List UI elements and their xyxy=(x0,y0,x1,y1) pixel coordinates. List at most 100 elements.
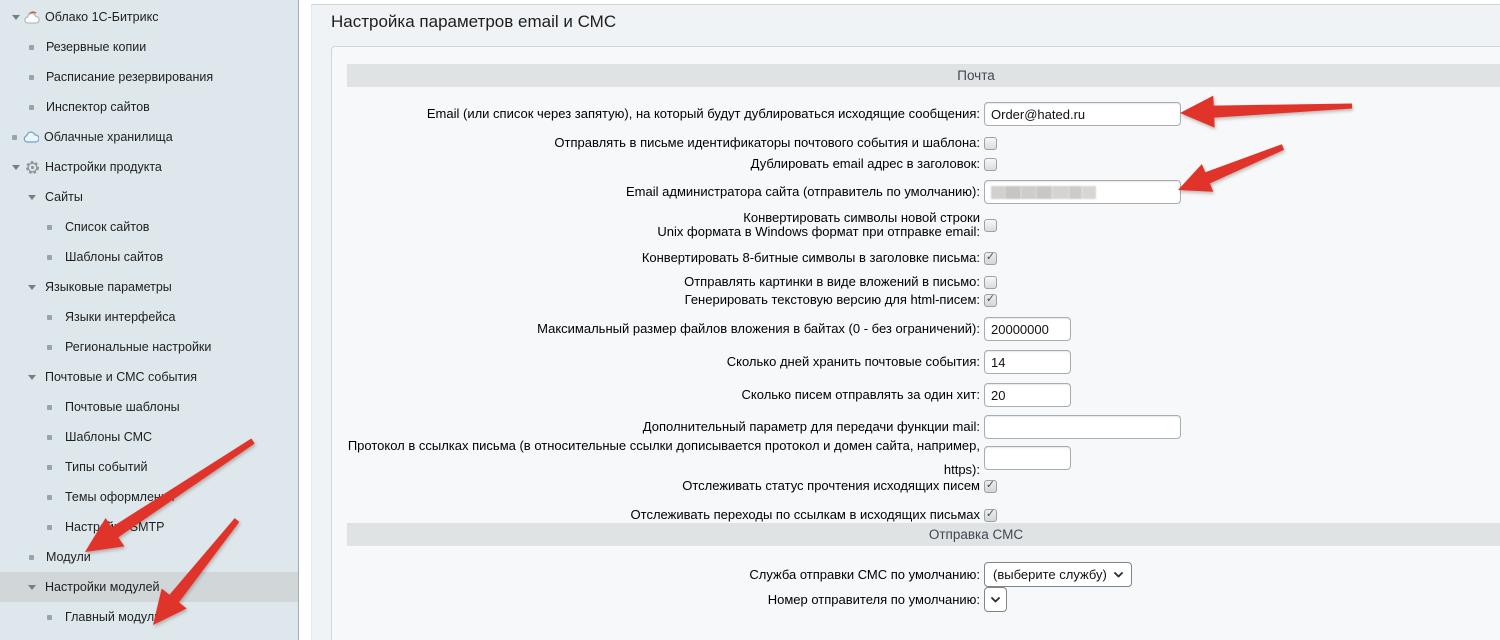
sidebar-item[interactable]: Почтовые и СМС события xyxy=(0,362,298,392)
chevron-down-icon xyxy=(991,597,1000,603)
bullet-icon xyxy=(47,405,52,410)
sidebar-item-label: Шаблоны СМС xyxy=(65,430,152,444)
form-row: Максимальный размер файлов вложения в ба… xyxy=(332,317,1500,341)
max-attachment-size-input[interactable] xyxy=(984,317,1071,341)
form-row: Дублировать email адрес в заголовок: xyxy=(332,156,1500,172)
track-read-status-checkbox[interactable] xyxy=(984,480,997,493)
field-label: Отслеживать переходы по ссылкам в исходя… xyxy=(347,507,980,523)
field-label-line1: Конвертировать символы новой строки xyxy=(743,210,980,225)
send-event-ids-checkbox[interactable] xyxy=(984,137,997,150)
link-protocol-input[interactable] xyxy=(984,446,1071,470)
sidebar-item-label: Языки интерфейса xyxy=(65,310,175,324)
expand-triangle-icon[interactable] xyxy=(12,165,20,170)
field-label: Конвертировать символы новой строкиUnix … xyxy=(347,211,980,239)
sidebar-item[interactable]: Облако 1С-Битрикс xyxy=(0,2,298,32)
select-value: (выберите службу) xyxy=(993,567,1107,582)
sidebar-item[interactable]: Инспектор сайтов xyxy=(0,92,298,122)
bullet-icon xyxy=(47,495,52,500)
sidebar-item[interactable]: Типы событий xyxy=(0,452,298,482)
sidebar-item[interactable]: Языковые параметры xyxy=(0,272,298,302)
generate-text-version-checkbox[interactable] xyxy=(984,294,997,307)
sidebar-item[interactable]: Шаблоны СМС xyxy=(0,422,298,452)
convert-newline-checkbox[interactable] xyxy=(984,219,997,232)
expand-triangle-icon[interactable] xyxy=(28,285,36,290)
bullet-icon xyxy=(47,615,52,620)
field-control xyxy=(984,294,997,307)
settings-form: Почта Email (или список через запятую), н… xyxy=(331,46,1500,640)
field-label: Дублировать email адрес в заголовок: xyxy=(347,156,980,172)
sidebar-item[interactable]: Облачные хранилища xyxy=(0,122,298,152)
field-control xyxy=(984,383,1071,407)
form-row: Отслеживать переходы по ссылкам в исходя… xyxy=(332,507,1500,523)
form-section: Отправка СМССлужба отправки СМС по умолч… xyxy=(332,523,1500,612)
form-row: Сколько писем отправлять за один хит: xyxy=(332,383,1500,407)
sidebar-item-label: Шаблоны сайтов xyxy=(65,250,163,264)
field-control xyxy=(984,415,1181,439)
field-label: Отслеживать статус прочтения исходящих п… xyxy=(347,478,980,494)
sidebar-item[interactable]: Языки интерфейса xyxy=(0,302,298,332)
expand-triangle-icon[interactable] xyxy=(12,15,20,20)
sidebar-item[interactable]: Почтовые шаблоны xyxy=(0,392,298,422)
field-label: Сколько дней хранить почтовые события: xyxy=(347,350,980,374)
sidebar-item[interactable]: Региональные настройки xyxy=(0,332,298,362)
sidebar-item[interactable]: Сайты xyxy=(0,182,298,212)
sidebar-item-label: Модули xyxy=(46,550,91,564)
mails-per-hit-input[interactable] xyxy=(984,383,1071,407)
bullet-icon xyxy=(29,105,34,110)
sidebar-item[interactable]: Главный модуль xyxy=(0,602,298,632)
form-row: Email администратора сайта (отправитель … xyxy=(332,180,1500,204)
form-row: Отслеживать статус прочтения исходящих п… xyxy=(332,478,1500,494)
mail-function-param-input[interactable] xyxy=(984,415,1181,439)
sidebar-item-label: Расписание резервирования xyxy=(46,70,213,84)
sidebar-item[interactable]: Настройки модулей xyxy=(0,572,298,602)
field-label: Email (или список через запятую), на кот… xyxy=(347,102,980,126)
sidebar-item[interactable]: Темы оформления xyxy=(0,482,298,512)
admin-email-input[interactable] xyxy=(984,180,1181,204)
bullet-icon xyxy=(47,255,52,260)
convert-8bit-checkbox[interactable] xyxy=(984,252,997,265)
sidebar-item-label: Темы оформления xyxy=(65,490,175,504)
form-row: Отправлять в письме идентификаторы почто… xyxy=(332,135,1500,151)
sidebar-item[interactable]: Настройки SMTP xyxy=(0,512,298,542)
form-row: Номер отправителя по умолчанию: xyxy=(332,587,1500,612)
field-control xyxy=(984,276,997,289)
sidebar-item-label: Главный модуль xyxy=(65,610,161,624)
sidebar-item[interactable]: Список сайтов xyxy=(0,212,298,242)
expand-triangle-icon[interactable] xyxy=(28,195,36,200)
form-row: Конвертировать символы новой строкиUnix … xyxy=(332,210,1500,240)
field-control xyxy=(984,317,1071,341)
sms-sender-select[interactable] xyxy=(984,587,1007,612)
field-control: (выберите службу) xyxy=(984,562,1132,587)
masked-text-block xyxy=(1082,186,1096,199)
chevron-down-icon xyxy=(1114,572,1123,578)
sidebar-item-label: Типы событий xyxy=(65,460,147,474)
sidebar-item-label: Инспектор сайтов xyxy=(46,100,150,114)
field-label: Отправлять картинки в виде вложений в пи… xyxy=(347,274,980,290)
bullet-icon xyxy=(47,435,52,440)
field-label: Сколько писем отправлять за один хит: xyxy=(347,383,980,407)
sidebar-item-label: Список сайтов xyxy=(65,220,149,234)
sms-service-select[interactable]: (выберите службу) xyxy=(984,562,1132,587)
track-link-clicks-checkbox[interactable] xyxy=(984,509,997,522)
bullet-icon xyxy=(47,525,52,530)
sidebar-item[interactable]: Расписание резервирования xyxy=(0,62,298,92)
form-row: Протокол в ссылках письма (в относительн… xyxy=(332,446,1500,470)
sidebar-item[interactable]: Шаблоны сайтов xyxy=(0,242,298,272)
cloud-bitrix-icon xyxy=(24,10,40,25)
duplicate-email-input[interactable] xyxy=(984,102,1181,126)
masked-text-block xyxy=(1021,186,1036,199)
mail-events-days-input[interactable] xyxy=(984,350,1071,374)
expand-triangle-icon[interactable] xyxy=(28,585,36,590)
sidebar-item[interactable]: Модули xyxy=(0,542,298,572)
section-header: Почта xyxy=(347,64,1500,87)
images-as-attachments-checkbox[interactable] xyxy=(984,276,997,289)
bullet-icon xyxy=(47,225,52,230)
form-row: Служба отправки СМС по умолчанию:(выбери… xyxy=(332,562,1500,587)
field-label: Протокол в ссылках письма (в относительн… xyxy=(347,434,980,482)
masked-text-block xyxy=(1036,186,1052,199)
duplicate-email-header-checkbox[interactable] xyxy=(984,158,997,171)
expand-triangle-icon[interactable] xyxy=(28,375,36,380)
field-label-line2: Unix формата в Windows формат при отправ… xyxy=(657,224,980,239)
sidebar-item[interactable]: Настройки продукта xyxy=(0,152,298,182)
sidebar-item[interactable]: Резервные копии xyxy=(0,32,298,62)
